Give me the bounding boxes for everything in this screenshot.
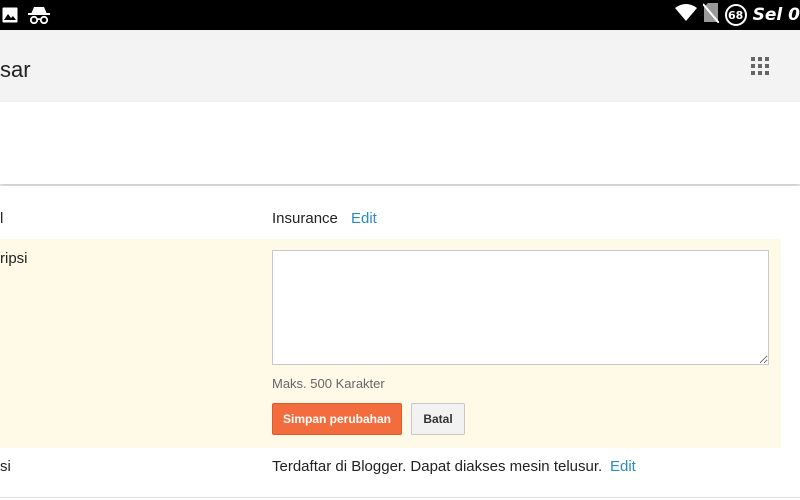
incognito-icon: [28, 6, 50, 29]
title-row-label: l: [0, 210, 4, 227]
description-char-limit: Maks. 500 Karakter: [272, 376, 385, 391]
no-sim-icon: [701, 2, 720, 28]
header-panel: [0, 102, 800, 184]
description-row-label: ripsi: [0, 250, 28, 267]
status-bar-right: 68 Sel 0: [674, 2, 800, 28]
cancel-button[interactable]: Batal: [411, 403, 465, 435]
save-changes-button[interactable]: Simpan perubahan: [272, 403, 402, 435]
privacy-edit-link[interactable]: Edit: [610, 458, 636, 475]
wifi-icon: [674, 3, 697, 27]
description-textarea[interactable]: [272, 250, 769, 365]
status-bar-left: [2, 6, 50, 29]
status-bar: 68 Sel 0: [0, 0, 800, 30]
privacy-row-label: si: [0, 458, 11, 475]
title-edit-link[interactable]: Edit: [351, 210, 377, 227]
apps-grid-icon[interactable]: [751, 57, 769, 75]
status-badge: 68: [724, 4, 747, 26]
privacy-row-value: Terdaftar di Blogger. Dapat diakses mesi…: [272, 458, 603, 475]
image-icon: [2, 7, 18, 28]
app-bar: sar: [0, 30, 800, 102]
carrier-label: Sel 0: [752, 5, 800, 25]
page-title: sar: [0, 57, 31, 82]
divider: [0, 497, 800, 498]
title-row-value: Insurance: [272, 210, 338, 227]
